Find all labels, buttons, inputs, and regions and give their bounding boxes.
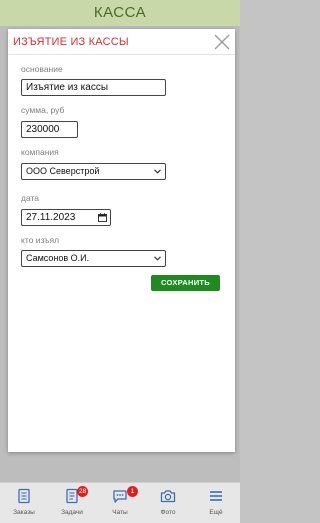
withdrawn-by-select[interactable]: Самсонов О.И. xyxy=(21,250,166,267)
nav-label-tasks: Задачи xyxy=(61,509,83,516)
date-input[interactable]: 27.11.2023 xyxy=(21,209,111,226)
app-title: КАССА xyxy=(93,4,147,21)
modal-header: ИЗЪЯТИЕ ИЗ КАССЫ xyxy=(8,29,235,55)
tasks-badge: 28 xyxy=(77,486,89,497)
close-icon xyxy=(214,34,230,50)
withdrawal-modal: ИЗЪЯТИЕ ИЗ КАССЫ основание Изъятие из ка… xyxy=(8,29,235,452)
nav-item-orders[interactable]: Заказы xyxy=(0,483,48,523)
company-select-value: ООО Северстрой xyxy=(26,166,100,176)
company-label: компания xyxy=(21,147,59,157)
calendar-icon[interactable] xyxy=(98,213,107,222)
nav-item-tasks[interactable]: 28 Задачи xyxy=(48,483,96,523)
document-icon xyxy=(18,488,30,504)
chevron-down-icon xyxy=(154,256,161,261)
basis-input[interactable]: Изъятие из кассы xyxy=(21,79,166,96)
nav-item-more[interactable]: Ещё xyxy=(192,483,240,523)
nav-label-orders: Заказы xyxy=(13,509,35,516)
nav-label-photo: Фото xyxy=(160,509,176,516)
nav-label-chats: Чаты xyxy=(112,509,128,516)
nav-item-photo[interactable]: Фото xyxy=(144,483,192,523)
date-value: 27.11.2023 xyxy=(26,212,76,223)
save-button[interactable]: СОХРАНИТЬ xyxy=(151,275,220,291)
company-select[interactable]: ООО Северстрой xyxy=(21,163,166,180)
nav-label-more: Ещё xyxy=(209,509,223,516)
date-label: дата xyxy=(21,193,40,203)
withdrawn-by-value: Самсонов О.И. xyxy=(26,253,90,263)
chevron-down-icon xyxy=(154,169,161,174)
camera-icon xyxy=(160,490,176,503)
nav-item-chats[interactable]: 1 Чаты xyxy=(96,483,144,523)
app-header: КАССА xyxy=(0,0,240,26)
amount-input[interactable]: 230000 xyxy=(21,121,78,138)
close-button[interactable] xyxy=(213,33,231,51)
modal-title: ИЗЪЯТИЕ ИЗ КАССЫ xyxy=(13,36,129,48)
bottom-nav: Заказы 28 Задачи 1 Чаты Фото Ещё xyxy=(0,482,240,523)
basis-label: основание xyxy=(21,64,63,74)
menu-icon xyxy=(210,491,222,501)
withdrawn-by-label: кто изъял xyxy=(21,235,60,245)
chats-badge: 1 xyxy=(127,486,138,497)
amount-label: сумма, руб xyxy=(21,105,65,115)
chat-icon xyxy=(113,490,127,503)
